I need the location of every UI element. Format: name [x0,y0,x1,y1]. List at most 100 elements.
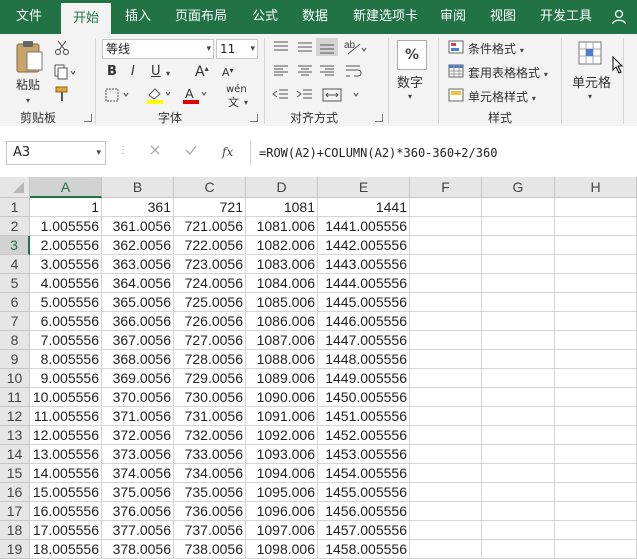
cell-g16[interactable] [482,483,555,502]
align-right-icon[interactable] [318,64,336,81]
cell-d19[interactable]: 1098.006 [246,540,318,559]
name-box-dropdown-icon[interactable]: ▾ [96,142,101,164]
row-header[interactable]: 19 [0,540,30,559]
cell-h3[interactable] [555,236,637,255]
cell-h7[interactable] [555,312,637,331]
cell-b15[interactable]: 374.0056 [102,464,174,483]
row-header[interactable]: 13 [0,426,30,445]
cell-d6[interactable]: 1085.006 [246,293,318,312]
cell-h9[interactable] [555,350,637,369]
row-header[interactable]: 18 [0,521,30,540]
column-header-f[interactable]: F [410,177,482,198]
cell-b6[interactable]: 365.0056 [102,293,174,312]
insert-function-icon[interactable]: fx [222,145,233,159]
cell-d18[interactable]: 1097.006 [246,521,318,540]
merge-center-icon[interactable] [322,88,362,105]
cell-c14[interactable]: 733.0056 [174,445,246,464]
cell-f5[interactable] [410,274,482,293]
cell-d7[interactable]: 1086.006 [246,312,318,331]
cell-g19[interactable] [482,540,555,559]
cell-b10[interactable]: 369.0056 [102,369,174,388]
column-header-h[interactable]: H [555,177,637,198]
cell-d13[interactable]: 1092.006 [246,426,318,445]
row-header[interactable]: 4 [0,255,30,274]
cell-b14[interactable]: 373.0056 [102,445,174,464]
decrease-indent-icon[interactable] [272,88,290,105]
cell-b19[interactable]: 378.0056 [102,540,174,559]
tab-page-layout[interactable]: 页面布局 [165,0,237,34]
cell-b16[interactable]: 375.0056 [102,483,174,502]
fill-color-icon[interactable] [146,86,172,107]
cell-d5[interactable]: 1084.006 [246,274,318,293]
italic-button[interactable]: I [131,64,135,79]
cell-styles-icon[interactable] [448,88,464,105]
tab-review[interactable]: 审阅 [428,0,478,34]
cells-icon[interactable] [577,40,603,69]
cell-f15[interactable] [410,464,482,483]
cell-b7[interactable]: 366.0056 [102,312,174,331]
cell-g12[interactable] [482,407,555,426]
tab-view[interactable]: 视图 [478,0,528,34]
cell-f12[interactable] [410,407,482,426]
align-left-icon[interactable] [272,64,290,81]
cell-e11[interactable]: 1450.005556 [318,388,410,407]
cell-b8[interactable]: 367.0056 [102,331,174,350]
cell-a15[interactable]: 14.005556 [30,464,102,483]
cell-e6[interactable]: 1445.005556 [318,293,410,312]
cell-g13[interactable] [482,426,555,445]
cell-a16[interactable]: 15.005556 [30,483,102,502]
cell-a19[interactable]: 18.005556 [30,540,102,559]
font-size-combo[interactable]: 11 ▾ [216,39,258,59]
cell-e12[interactable]: 1451.005556 [318,407,410,426]
row-header[interactable]: 8 [0,331,30,350]
cell-c10[interactable]: 729.0056 [174,369,246,388]
name-box[interactable]: A3 ▾ [6,141,106,165]
cell-h13[interactable] [555,426,637,445]
column-header-c[interactable]: C [174,177,246,198]
select-all-corner[interactable] [0,177,30,198]
cell-d14[interactable]: 1093.006 [246,445,318,464]
cell-e1[interactable]: 1441 [318,198,410,217]
cell-a9[interactable]: 8.005556 [30,350,102,369]
cell-a17[interactable]: 16.005556 [30,502,102,521]
cell-h17[interactable] [555,502,637,521]
cell-b2[interactable]: 361.0056 [102,217,174,236]
cell-c13[interactable]: 732.0056 [174,426,246,445]
row-header[interactable]: 7 [0,312,30,331]
cell-b18[interactable]: 377.0056 [102,521,174,540]
format-painter-icon[interactable] [54,86,70,105]
cancel-icon[interactable] [148,143,162,160]
tab-developer[interactable]: 开发工具 [530,0,602,34]
cell-e5[interactable]: 1444.005556 [318,274,410,293]
cell-b9[interactable]: 368.0056 [102,350,174,369]
cell-g17[interactable] [482,502,555,521]
format-as-table-icon[interactable] [448,64,464,81]
cell-c3[interactable]: 722.0056 [174,236,246,255]
cell-h16[interactable] [555,483,637,502]
cell-a5[interactable]: 4.005556 [30,274,102,293]
conditional-format-icon[interactable] [448,40,464,57]
cell-e10[interactable]: 1449.005556 [318,369,410,388]
cell-f2[interactable] [410,217,482,236]
cell-e19[interactable]: 1458.005556 [318,540,410,559]
align-top-icon[interactable] [272,40,290,57]
row-header[interactable]: 2 [0,217,30,236]
cell-d15[interactable]: 1094.006 [246,464,318,483]
tab-formulas[interactable]: 公式 [240,0,290,34]
cell-b1[interactable]: 361 [102,198,174,217]
copy-icon[interactable] [54,64,76,83]
conditional-format-button[interactable]: 条件格式 ▾ [468,40,524,57]
column-header-e[interactable]: E [318,177,410,198]
column-header-a[interactable]: A [30,177,102,198]
cell-d8[interactable]: 1087.006 [246,331,318,350]
cell-e3[interactable]: 1442.005556 [318,236,410,255]
cell-g18[interactable] [482,521,555,540]
tab-data[interactable]: 数据 [290,0,340,34]
row-header[interactable]: 5 [0,274,30,293]
cell-g14[interactable] [482,445,555,464]
row-header[interactable]: 3 [0,236,30,255]
wrap-text-icon[interactable] [344,64,368,83]
cell-a12[interactable]: 11.005556 [30,407,102,426]
cell-h4[interactable] [555,255,637,274]
cell-a4[interactable]: 3.005556 [30,255,102,274]
